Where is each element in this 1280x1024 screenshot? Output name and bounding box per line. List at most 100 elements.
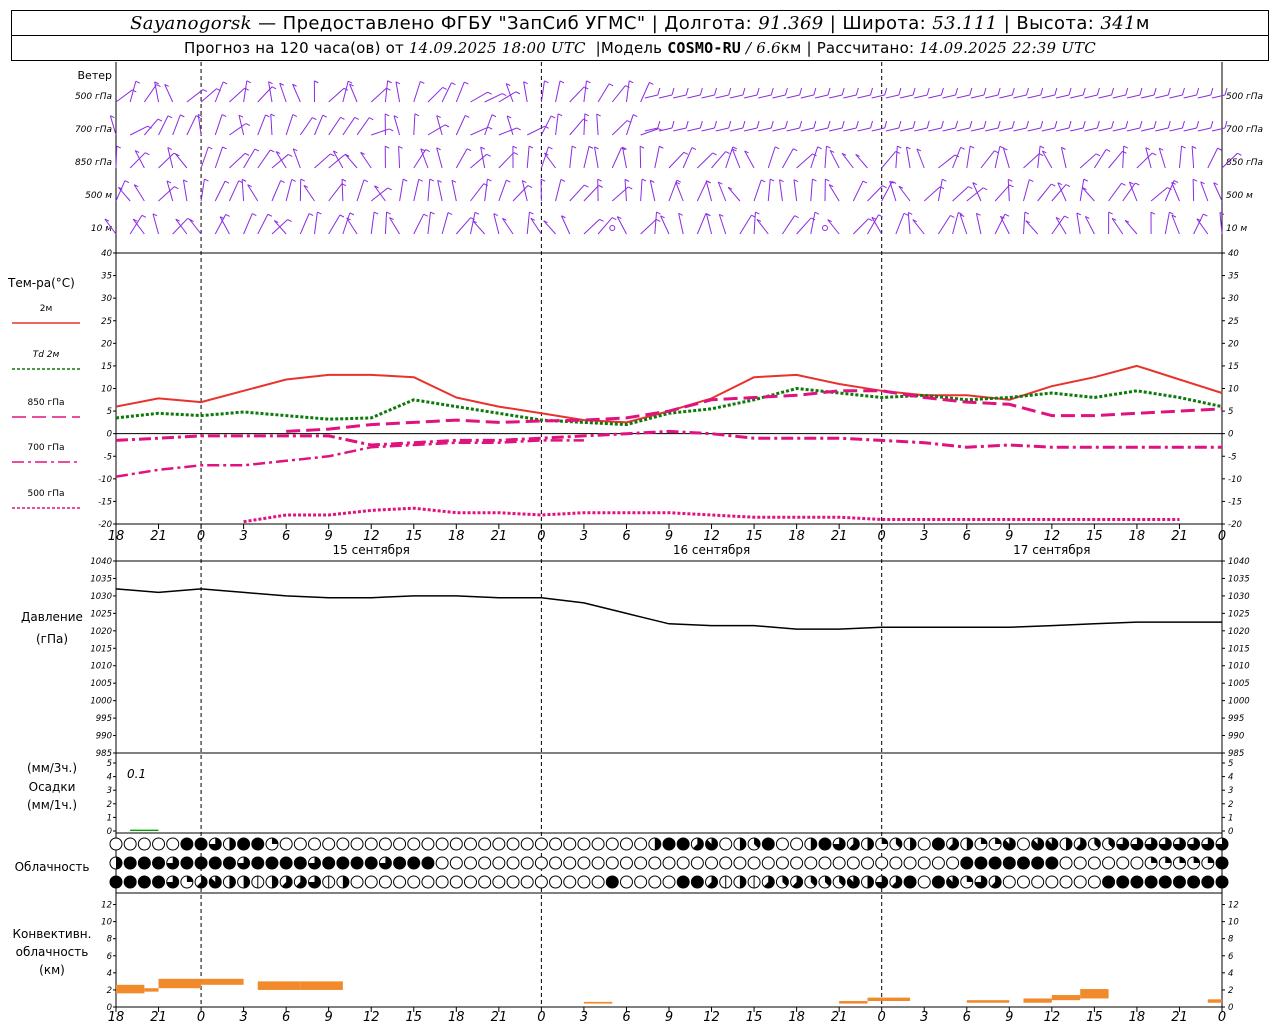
wind-barb-flag [799,120,803,129]
cloud-octa-fill [1193,857,1200,863]
wind-barb [867,185,883,202]
wind-barb-flag [1181,145,1186,149]
temp-ytick-label: 0 [107,430,112,440]
wind-barb [292,84,301,103]
wind-barb [228,180,240,202]
wind-barb [214,180,226,202]
x-tick-label-bottom: 12 [1044,1010,1061,1024]
temp-ytick-label: 40 [101,249,112,259]
wind-barb [952,147,962,169]
convective-bar [1023,998,1052,1003]
wind-barb-flag [548,146,553,150]
cloud-octa [1073,856,1087,870]
wind-barb [1164,212,1170,235]
prec-ytick-label: 1 [107,813,112,823]
wind-barb [1150,187,1168,202]
wind-barb [134,150,145,169]
cloud-label: Облачность [15,860,90,874]
wind-barb-flag [926,87,930,96]
wind-barb-flag [588,145,594,149]
day-label: 16 сентября [673,543,750,557]
wind-barb-flag [308,213,314,217]
prec-ytick-label-right: 1 [1228,813,1233,823]
wind-barb [999,216,1010,235]
cloud-octa-fill [223,857,236,869]
wind-barb [1084,127,1098,132]
x-tick-label-top: 6 [282,529,290,544]
wind-barb-flag [586,80,591,84]
cloud-octa-fill [606,876,619,888]
wind-barb-flag [942,178,947,182]
temp-ytick-label-right: -10 [1228,475,1242,485]
cloud-octa [478,856,492,870]
wind-barb [384,212,388,235]
wind-barb [1128,181,1138,202]
wind-barb [399,179,404,202]
wind-barb [441,212,449,235]
cloud-octa-fill [322,857,335,869]
wind-barb [1158,147,1166,169]
cloud-octa [931,856,945,870]
cloud-octa-fill [739,838,746,850]
wind-barb [285,179,293,202]
wind-barb [395,81,401,103]
cloud-octa [719,837,733,851]
wind-barb [696,213,707,235]
wind-barb-flag [969,120,973,129]
wind-barb-flag [683,151,689,155]
wind-barb [427,178,431,202]
wind-barb [916,148,925,169]
wind-barb [814,94,829,99]
conv-ylabel: Конвективн. [13,927,92,941]
x-tick-label-top: 12 [363,529,380,544]
wind-barb [393,115,401,136]
wind-barb [1169,94,1183,99]
wind-barb [899,127,914,132]
wind-barb [1136,152,1153,169]
wind-barb-flag [1064,215,1069,219]
wind-barb-flag [1181,120,1185,129]
x-tick-label-top: 18 [108,529,125,544]
x-tick-label-top: 0 [537,529,545,544]
wind-barb [328,214,341,235]
wind-barb-flag [208,146,213,150]
cloud-octa [492,875,506,889]
convective-bar [300,981,343,990]
cloud-octa [1016,837,1030,851]
cloud-octa [137,837,151,851]
wind-barb-flag [1196,87,1200,96]
x-tick-label-bottom: 0 [878,1010,886,1024]
x-tick-label-bottom: 18 [1129,1010,1146,1024]
pres-ytick-label-right: 1020 [1228,627,1250,637]
cloud-octa-fill [677,838,690,850]
wind-barb [1164,180,1175,202]
wind-level-label-right: 500 гПа [1226,92,1263,102]
wind-barb [1070,94,1084,99]
cloud-octa [1016,875,1030,889]
wind-level-label: 10 м [91,224,112,234]
wind-barb [729,94,744,99]
wind-barb [779,179,783,202]
x-tick-label-bottom: 6 [282,1010,290,1024]
wind-barb-flag [903,212,909,216]
wind-barb-flag [584,184,589,188]
x-tick-label-bottom: 3 [239,1010,247,1024]
wind-barb-flag [515,91,521,95]
wind-barb-flag [1029,179,1034,182]
wind-barb-flag [612,217,617,221]
cloud-octa-fill [1145,876,1158,888]
wind-barb [413,179,420,202]
wind-barb-flag [657,87,661,96]
wind-barb-flag [671,120,675,129]
cloud-octa-fill [124,857,137,869]
cloud-octa-fill [336,857,349,869]
wind-barb [1007,179,1010,202]
wind-barb-flag [1153,120,1157,129]
wind-barb-flag [969,87,973,96]
wind-barb-flag [895,151,900,154]
cloud-octa [492,856,506,870]
temp-ytick-label-right: -15 [1228,497,1242,507]
temp-ytick-label: -15 [98,497,112,507]
cloud-octa [1130,856,1144,870]
wind-barb [701,127,715,132]
